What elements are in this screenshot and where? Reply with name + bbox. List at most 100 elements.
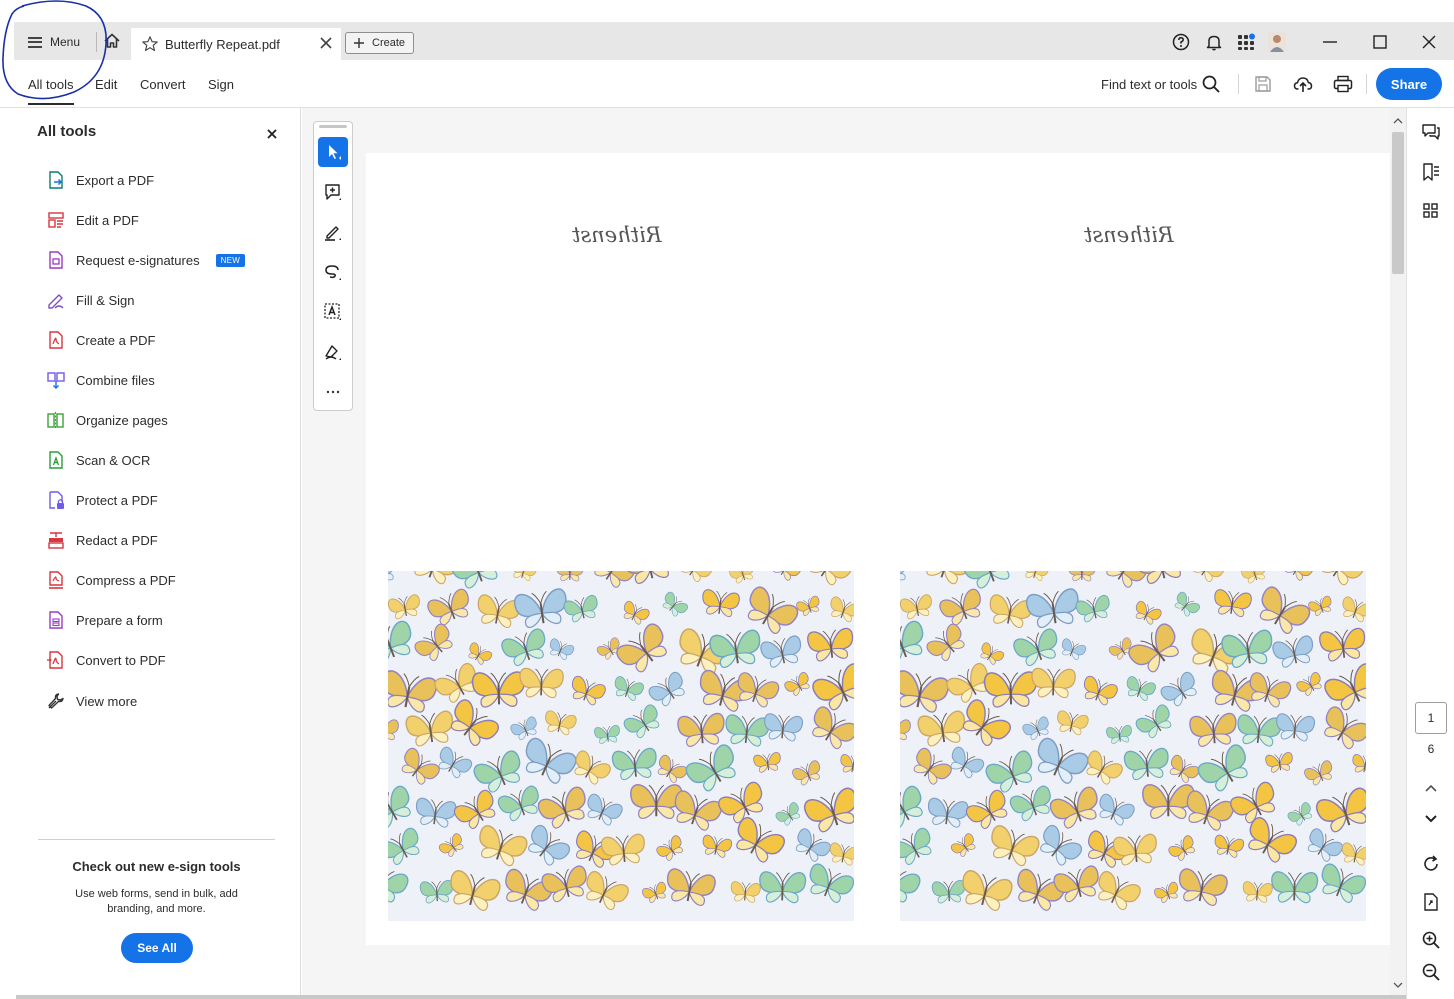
butterfly-motif: [450, 870, 501, 911]
maximize-icon[interactable]: [1368, 30, 1392, 54]
scroll-thumb[interactable]: [1392, 132, 1404, 274]
butterfly-motif: [1086, 750, 1123, 785]
butterfly-motif: [1174, 591, 1200, 617]
notifications-bell-icon[interactable]: [1205, 33, 1223, 51]
create-tab-button[interactable]: Create: [345, 32, 415, 54]
vertical-scrollbar[interactable]: [1390, 108, 1406, 996]
see-all-button[interactable]: See All: [121, 933, 193, 963]
tool-create-pdf[interactable]: Create a PDF: [46, 328, 155, 352]
cloud-upload-icon[interactable]: [1293, 74, 1313, 94]
find-text-or-tools[interactable]: Find text or tools: [1101, 77, 1197, 92]
butterfly-motif: [926, 623, 965, 662]
butterfly-motif: [913, 747, 952, 785]
tool-fill-sign[interactable]: Fill & Sign: [46, 288, 135, 312]
search-icon[interactable]: [1201, 74, 1221, 94]
butterfly-motif: [900, 670, 950, 713]
more-tools-button[interactable]: [318, 377, 348, 407]
tab-convert[interactable]: Convert: [140, 77, 186, 92]
tool-view-more[interactable]: View more: [46, 689, 137, 713]
tool-redact-pdf[interactable]: Redact a PDF: [46, 528, 158, 552]
butterfly-motif: [419, 880, 454, 904]
panel-title: All tools: [37, 123, 97, 140]
tool-label: Scan & OCR: [76, 452, 151, 468]
text-select-button[interactable]: [318, 297, 348, 327]
comments-icon[interactable]: [1421, 122, 1441, 142]
butterfly-motif: [388, 594, 420, 620]
rail-grip[interactable]: [319, 125, 347, 128]
star-icon[interactable]: [141, 35, 159, 53]
rotate-icon[interactable]: [1421, 854, 1441, 874]
toolbar-divider: [1366, 74, 1367, 94]
tool-compress-pdf[interactable]: Compress a PDF: [46, 568, 176, 592]
scroll-up-icon[interactable]: [1390, 114, 1406, 128]
apps-grid-icon[interactable]: [1237, 33, 1255, 51]
help-icon[interactable]: [1172, 33, 1190, 51]
share-button[interactable]: Share: [1376, 68, 1442, 100]
freeform-button[interactable]: [318, 257, 348, 287]
tab-all-tools[interactable]: All tools: [28, 77, 74, 105]
close-panel-icon[interactable]: [265, 127, 279, 141]
tool-export-pdf[interactable]: Export a PDF: [46, 168, 154, 192]
save-icon[interactable]: [1253, 74, 1273, 94]
bookmarks-icon[interactable]: [1421, 162, 1441, 182]
butterfly-motif: [611, 748, 657, 781]
butterfly-motif: [900, 620, 924, 665]
tool-prepare-form[interactable]: Prepare a form: [46, 608, 163, 632]
butterfly-motif: [662, 591, 688, 617]
add-comment-button[interactable]: [318, 177, 348, 207]
butterfly-motif: [537, 786, 586, 829]
butterfly-motif: [414, 623, 453, 662]
toolbar-divider: [1238, 74, 1239, 94]
previous-page-icon[interactable]: [1421, 779, 1441, 799]
select-tool-button[interactable]: [318, 137, 348, 167]
tool-edit-pdf[interactable]: Edit a PDF: [46, 208, 139, 232]
tool-label: Request e-signatures: [76, 252, 200, 268]
butterfly-motif: [1189, 712, 1237, 747]
menu-button[interactable]: Menu: [28, 30, 80, 54]
fill-sign-icon: [48, 294, 64, 309]
pencil-icon: [325, 226, 341, 241]
tool-label: Protect a PDF: [76, 492, 158, 508]
butterfly-motif: [926, 571, 972, 585]
draw-button[interactable]: [318, 217, 348, 247]
next-page-icon[interactable]: [1421, 808, 1441, 828]
promo-divider: [38, 839, 275, 840]
combine-files-icon: [47, 372, 65, 389]
tool-label: Prepare a form: [76, 612, 163, 628]
document-canvas[interactable]: Rithenst Rithenst: [302, 108, 1390, 996]
butterfly-motif: [1160, 671, 1197, 707]
butterfly-pattern-left: [388, 571, 854, 921]
tool-convert-to-pdf[interactable]: Convert to PDF: [46, 648, 166, 672]
tool-scan-ocr[interactable]: Scan & OCR: [46, 448, 150, 472]
print-icon[interactable]: [1333, 74, 1353, 94]
scroll-down-icon[interactable]: [1390, 978, 1406, 992]
butterfly-motif: [1179, 868, 1228, 906]
sign-tool-button[interactable]: [318, 337, 348, 367]
butterfly-motif: [807, 627, 853, 662]
tool-organize-pages[interactable]: Organize pages: [46, 408, 168, 432]
thumbnails-icon[interactable]: [1421, 201, 1441, 221]
document-tab[interactable]: Butterfly Repeat.pdf: [131, 28, 341, 60]
tool-combine-files[interactable]: Combine files: [46, 368, 155, 392]
user-avatar[interactable]: [1268, 32, 1286, 52]
window-close-icon[interactable]: [1417, 30, 1441, 54]
home-icon[interactable]: [102, 31, 122, 51]
minimize-icon[interactable]: [1318, 30, 1342, 54]
butterfly-motif: [587, 793, 623, 826]
tool-label: Edit a PDF: [76, 212, 139, 228]
current-page-input[interactable]: 1: [1415, 702, 1447, 734]
page-extract-icon[interactable]: [1421, 892, 1441, 912]
zoom-out-icon[interactable]: [1421, 962, 1441, 982]
close-tab-icon[interactable]: [319, 36, 333, 50]
tab-edit[interactable]: Edit: [95, 77, 117, 92]
butterfly-motif: [427, 588, 469, 626]
export-pdf-icon: [49, 171, 63, 189]
tool-request-esignatures[interactable]: Request e-signatures NEW: [46, 248, 246, 272]
tool-protect-pdf[interactable]: Protect a PDF: [46, 488, 158, 512]
butterfly-motif: [772, 571, 802, 581]
tab-sign[interactable]: Sign: [208, 77, 234, 92]
create-label: Create: [372, 37, 406, 49]
zoom-in-icon[interactable]: [1421, 930, 1441, 950]
promo-body: Use web forms, send in bulk, add brandin…: [75, 888, 238, 915]
butterfly-motif: [753, 752, 781, 773]
